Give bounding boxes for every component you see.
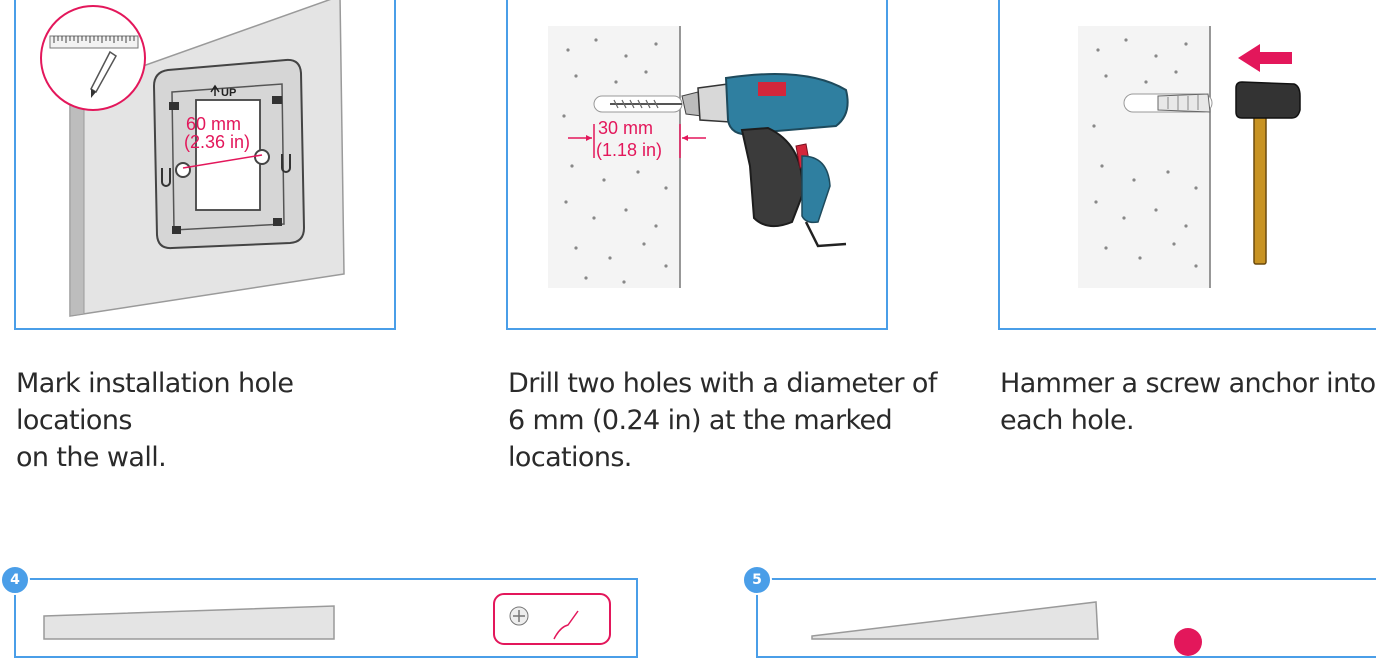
arrow-left-icon [1238,44,1292,72]
step-1-illustration: UP 60 mm (2.36 in) [40,0,345,317]
step-1-dim-mm: 60 mm [186,114,241,134]
step-4-illustration [43,593,611,645]
step-1-caption: Mark installation hole locations on the … [16,368,294,473]
drill-icon [681,73,849,248]
step-2-dim-in: (1.18 in) [596,140,662,160]
ruler-pencil-icon [40,5,146,111]
step-5-marker [1174,628,1202,656]
wall-section [1078,26,1210,288]
step-2-illustration: 30 mm (1.18 in) [548,26,849,288]
step-2-dim-mm: 30 mm [598,118,653,138]
hammer-icon [1235,81,1301,265]
step-2-caption: Drill two holes with a diameter of 6 mm … [508,368,937,473]
mounting-bracket-icon: UP [152,58,306,250]
step-5-illustration [811,601,1202,656]
step-3-illustration [1078,26,1301,288]
up-label: UP [221,87,236,99]
step-1-dim-in: (2.36 in) [184,132,250,152]
step-3-caption: Hammer a screw anchor into each hole. [1000,368,1376,436]
